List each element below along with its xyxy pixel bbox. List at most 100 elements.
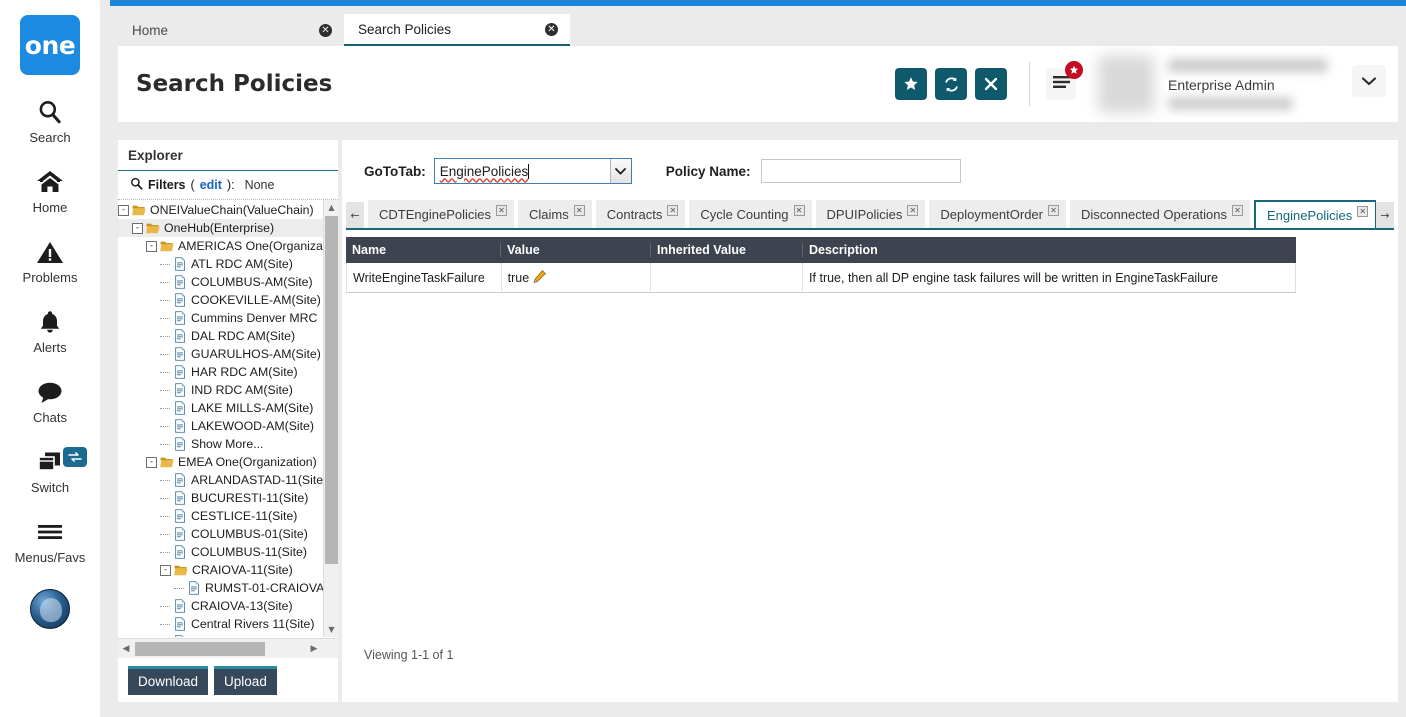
tree-node[interactable]: GUARULHOS-AM(Site) (118, 345, 323, 363)
tab-scroll-left-icon[interactable]: ← (346, 202, 364, 228)
tree-node[interactable]: COLUMBUS-11(Site) (118, 543, 323, 561)
tree-node[interactable]: LAKE MILLS-AM(Site) (118, 399, 323, 417)
policy-tab-disconnected-operations[interactable]: Disconnected Operations✕ (1070, 200, 1250, 228)
tab-scroll-right-icon[interactable]: → (1376, 202, 1394, 228)
tree-node[interactable]: HAR RDC AM(Site) (118, 363, 323, 381)
tree-connector (160, 624, 170, 625)
close-icon[interactable]: ✕ (319, 24, 332, 37)
tree-node[interactable]: DAL RDC AM(Site) (118, 327, 323, 345)
one-logo[interactable]: one (20, 15, 80, 75)
policy-tab-claims[interactable]: Claims✕ (518, 200, 592, 228)
scroll-down-icon[interactable]: ▼ (324, 622, 338, 637)
tree-node[interactable]: RUMST-01-CRAIOVA (118, 579, 323, 597)
close-icon[interactable]: ✕ (1048, 205, 1059, 216)
search-form-row: GoToTab: EnginePolicies Policy Name: (342, 140, 1398, 184)
tree-node[interactable]: COLUMBUS-AM(Site) (118, 273, 323, 291)
tree-toggle-icon[interactable]: - (146, 457, 157, 468)
tree-toggle-icon[interactable]: - (132, 223, 143, 234)
tree-node[interactable]: COOKEVILLE-AM(Site) (118, 291, 323, 309)
upload-button[interactable]: Upload (214, 666, 277, 695)
policy-tab-dpuipolicies[interactable]: DPUIPolicies ✕ (816, 200, 926, 228)
tree-node[interactable]: CESTLICE-11(Site) (118, 507, 323, 525)
tree-horizontal-scrollbar[interactable]: ◀ ▶ (118, 638, 338, 658)
close-icon[interactable]: ✕ (1232, 205, 1243, 216)
tree-node[interactable]: -CRAIOVA-11(Site) (118, 561, 323, 579)
table-row[interactable]: WriteEngineTaskFailure true If true, the… (346, 263, 1296, 293)
doc-tab-home[interactable]: Home ✕ (118, 14, 344, 46)
rail-item-switch[interactable]: Switch (0, 447, 100, 495)
column-header-name[interactable]: Name (346, 243, 500, 257)
cell-value[interactable]: true (501, 263, 651, 293)
scroll-up-icon[interactable]: ▲ (324, 200, 338, 215)
filters-edit-link[interactable]: edit (200, 178, 222, 192)
policy-tab-cycle-counting[interactable]: Cycle Counting✕ (689, 200, 811, 228)
policy-tab-label: DPUIPolicies (827, 207, 903, 222)
column-header-description[interactable]: Description (802, 243, 1296, 257)
favorite-button[interactable] (895, 68, 927, 100)
folder-open-icon (132, 203, 146, 217)
tree-node[interactable]: -ONEIValueChain(ValueChain) (118, 201, 323, 219)
menu-button[interactable] (1046, 68, 1076, 100)
close-icon[interactable]: ✕ (496, 205, 507, 216)
policy-tab-contracts[interactable]: Contracts ✕ (596, 200, 686, 228)
download-button[interactable]: Download (128, 666, 208, 695)
rail-item-chats[interactable]: Chats (0, 377, 100, 425)
filters-paren-open: ( (191, 178, 195, 192)
close-button[interactable] (975, 68, 1007, 100)
chevron-down-icon[interactable] (1352, 65, 1386, 97)
close-icon[interactable]: ✕ (794, 205, 805, 216)
tree-node[interactable]: -OneHub(Enterprise) (118, 219, 323, 237)
tree-vertical-scrollbar[interactable]: ▲ ▼ (323, 200, 338, 637)
tree-node[interactable]: IND RDC AM(Site) (118, 381, 323, 399)
tree-toggle-icon[interactable]: - (160, 565, 171, 576)
policy-name-input[interactable] (761, 159, 961, 183)
column-header-value[interactable]: Value (500, 243, 650, 257)
tree-node[interactable]: Cummins Denver MRC (118, 309, 323, 327)
tree-node[interactable]: -AMERICAS One(Organizatio (118, 237, 323, 255)
policy-tab-enginepolicies[interactable]: EnginePolicies✕ (1254, 200, 1376, 228)
pencil-icon[interactable] (532, 269, 547, 287)
doc-tab-search-policies[interactable]: Search Policies ✕ (344, 14, 570, 46)
chevron-down-icon[interactable] (610, 159, 631, 183)
close-icon[interactable]: ✕ (907, 205, 918, 216)
policy-tab-label: DeploymentOrder (940, 207, 1043, 222)
rail-item-alerts[interactable]: Alerts (0, 307, 100, 355)
scroll-left-icon[interactable]: ◀ (118, 639, 134, 659)
tree-vertical-scroll-thumb[interactable] (325, 216, 338, 564)
tree-node[interactable]: -EMEA One(Organization) (118, 453, 323, 471)
close-icon[interactable]: ✕ (667, 205, 678, 216)
close-icon[interactable]: ✕ (574, 205, 585, 216)
rail-item-problems[interactable]: Problems (0, 237, 100, 285)
app-shell: Home ✕ Search Policies ✕ Search Policies (100, 0, 1406, 717)
gototab-select[interactable]: EnginePolicies (434, 158, 632, 184)
tree-node[interactable]: LAKEWOOD-AM(Site) (118, 417, 323, 435)
close-icon[interactable]: ✕ (545, 23, 558, 36)
tree-node[interactable]: Show More... (118, 435, 323, 453)
tree-node[interactable]: CRAIOVA-13(Site) (118, 597, 323, 615)
rail-item-home[interactable]: Home (0, 167, 100, 215)
tree-node[interactable]: ATL RDC AM(Site) (118, 255, 323, 273)
scroll-right-icon[interactable]: ▶ (306, 639, 322, 659)
policy-tab-label: Contracts (607, 207, 663, 222)
tree-connector (160, 354, 170, 355)
refresh-button[interactable] (935, 68, 967, 100)
document-icon (173, 383, 187, 397)
tree-node[interactable]: Cumbernauld 11(Site) (118, 633, 323, 637)
close-icon[interactable]: ✕ (1357, 206, 1368, 217)
swap-arrows-icon[interactable] (63, 447, 87, 467)
policy-tab-deploymentorder[interactable]: DeploymentOrder ✕ (929, 200, 1066, 228)
column-header-inherited-value[interactable]: Inherited Value (650, 243, 802, 257)
tree-node[interactable]: Central Rivers 11(Site) (118, 615, 323, 633)
tree-node[interactable]: ARLANDASTAD-11(Site) (118, 471, 323, 489)
tree-toggle-icon[interactable]: - (146, 241, 157, 252)
tree-node[interactable]: BUCURESTI-11(Site) (118, 489, 323, 507)
rail-item-search[interactable]: Search (0, 97, 100, 145)
policy-tab-cdtenginepolicies[interactable]: CDTEnginePolicies✕ (368, 200, 514, 228)
rail-item-menus-favs[interactable]: Menus/Favs (0, 517, 100, 565)
tree-node[interactable]: COLUMBUS-01(Site) (118, 525, 323, 543)
user-menu[interactable]: Enterprise Admin (1098, 53, 1398, 115)
rail-avatar[interactable] (30, 589, 70, 629)
folder-open-icon (174, 563, 188, 577)
tree-horizontal-scroll-thumb[interactable] (135, 642, 265, 656)
tree-toggle-icon[interactable]: - (118, 205, 129, 216)
